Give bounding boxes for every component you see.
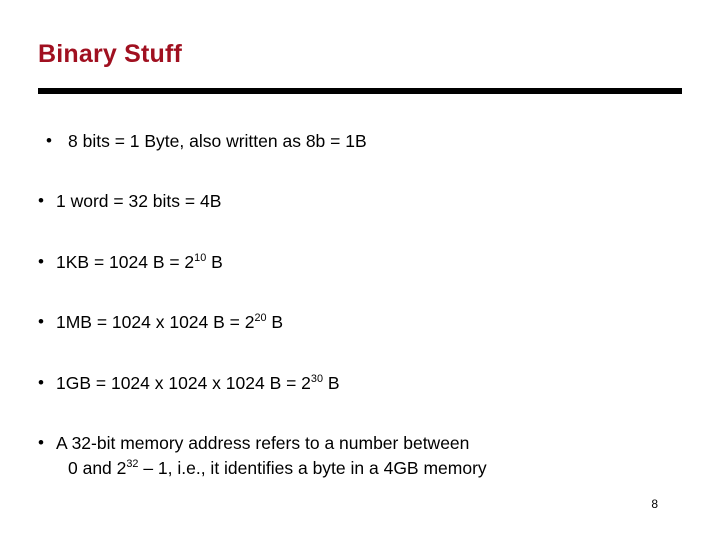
- title-divider: [38, 88, 682, 94]
- list-item-text: 8 bits = 1 Byte, also written as 8b = 1B: [64, 129, 686, 154]
- bullet-3-segment-0: 1MB = 1024 x 1024 B = 2: [56, 312, 255, 333]
- bullet-marker: •: [38, 312, 44, 332]
- list-item: • 8 bits = 1 Byte, also written as 8b = …: [38, 129, 686, 154]
- list-item-text: 1MB = 1024 x 1024 B = 220 B: [56, 310, 686, 335]
- list-item: • 1 word = 32 bits = 4B: [38, 189, 686, 214]
- list-item: • 1GB = 1024 x 1024 x 1024 B = 230 B: [38, 371, 686, 396]
- bullet-marker: •: [46, 131, 52, 150]
- bullet-marker: •: [38, 372, 44, 392]
- bullet-4-exponent: 30: [310, 372, 323, 385]
- list-item: • A 32-bit memory address refers to a nu…: [38, 431, 686, 482]
- bullet-5-exponent: 32: [126, 458, 139, 471]
- bullet-0-segment-0: 8 bits = 1 Byte, also written as 8b = 1B: [68, 131, 367, 151]
- page-number: 8: [651, 497, 658, 511]
- list-item-text: 1KB = 1024 B = 210 B: [56, 250, 686, 275]
- bullet-3-segment-2: B: [266, 312, 284, 333]
- bullet-5-segment-0: A 32-bit memory address refers to a numb…: [56, 432, 470, 453]
- bullet-3-exponent: 20: [254, 312, 267, 325]
- list-item: • 1MB = 1024 x 1024 B = 220 B: [38, 310, 686, 335]
- page-title: Binary Stuff: [38, 40, 183, 68]
- list-item: • 1KB = 1024 B = 210 B: [38, 250, 686, 275]
- bullet-marker: •: [38, 432, 44, 452]
- bullet-list: • 8 bits = 1 Byte, also written as 8b = …: [38, 120, 686, 482]
- list-item-text: A 32-bit memory address refers to a numb…: [56, 431, 686, 482]
- bullet-5-segment-2: 0 and 2: [68, 458, 127, 479]
- bullet-2-segment-2: B: [206, 251, 223, 272]
- bullet-marker: •: [38, 191, 44, 211]
- bullet-4-segment-0: 1GB = 1024 x 1024 x 1024 B = 2: [56, 372, 311, 393]
- slide: Binary Stuff • 8 bits = 1 Byte, also wri…: [0, 0, 720, 540]
- bullet-2-exponent: 10: [194, 251, 207, 264]
- bullet-4-segment-2: B: [322, 372, 340, 393]
- list-item-text: 1 word = 32 bits = 4B: [56, 189, 686, 214]
- bullet-1-segment-0: 1 word = 32 bits = 4B: [56, 191, 222, 212]
- list-item-text: 1GB = 1024 x 1024 x 1024 B = 230 B: [56, 371, 686, 396]
- bullet-2-segment-0: 1KB = 1024 B = 2: [56, 251, 195, 272]
- bullet-5-segment-4: – 1, i.e., it identifies a byte in a 4GB…: [138, 458, 487, 479]
- bullet-marker: •: [38, 251, 44, 271]
- bullet-5-line-2: 0 and 232 – 1, i.e., it identifies a byt…: [56, 456, 686, 481]
